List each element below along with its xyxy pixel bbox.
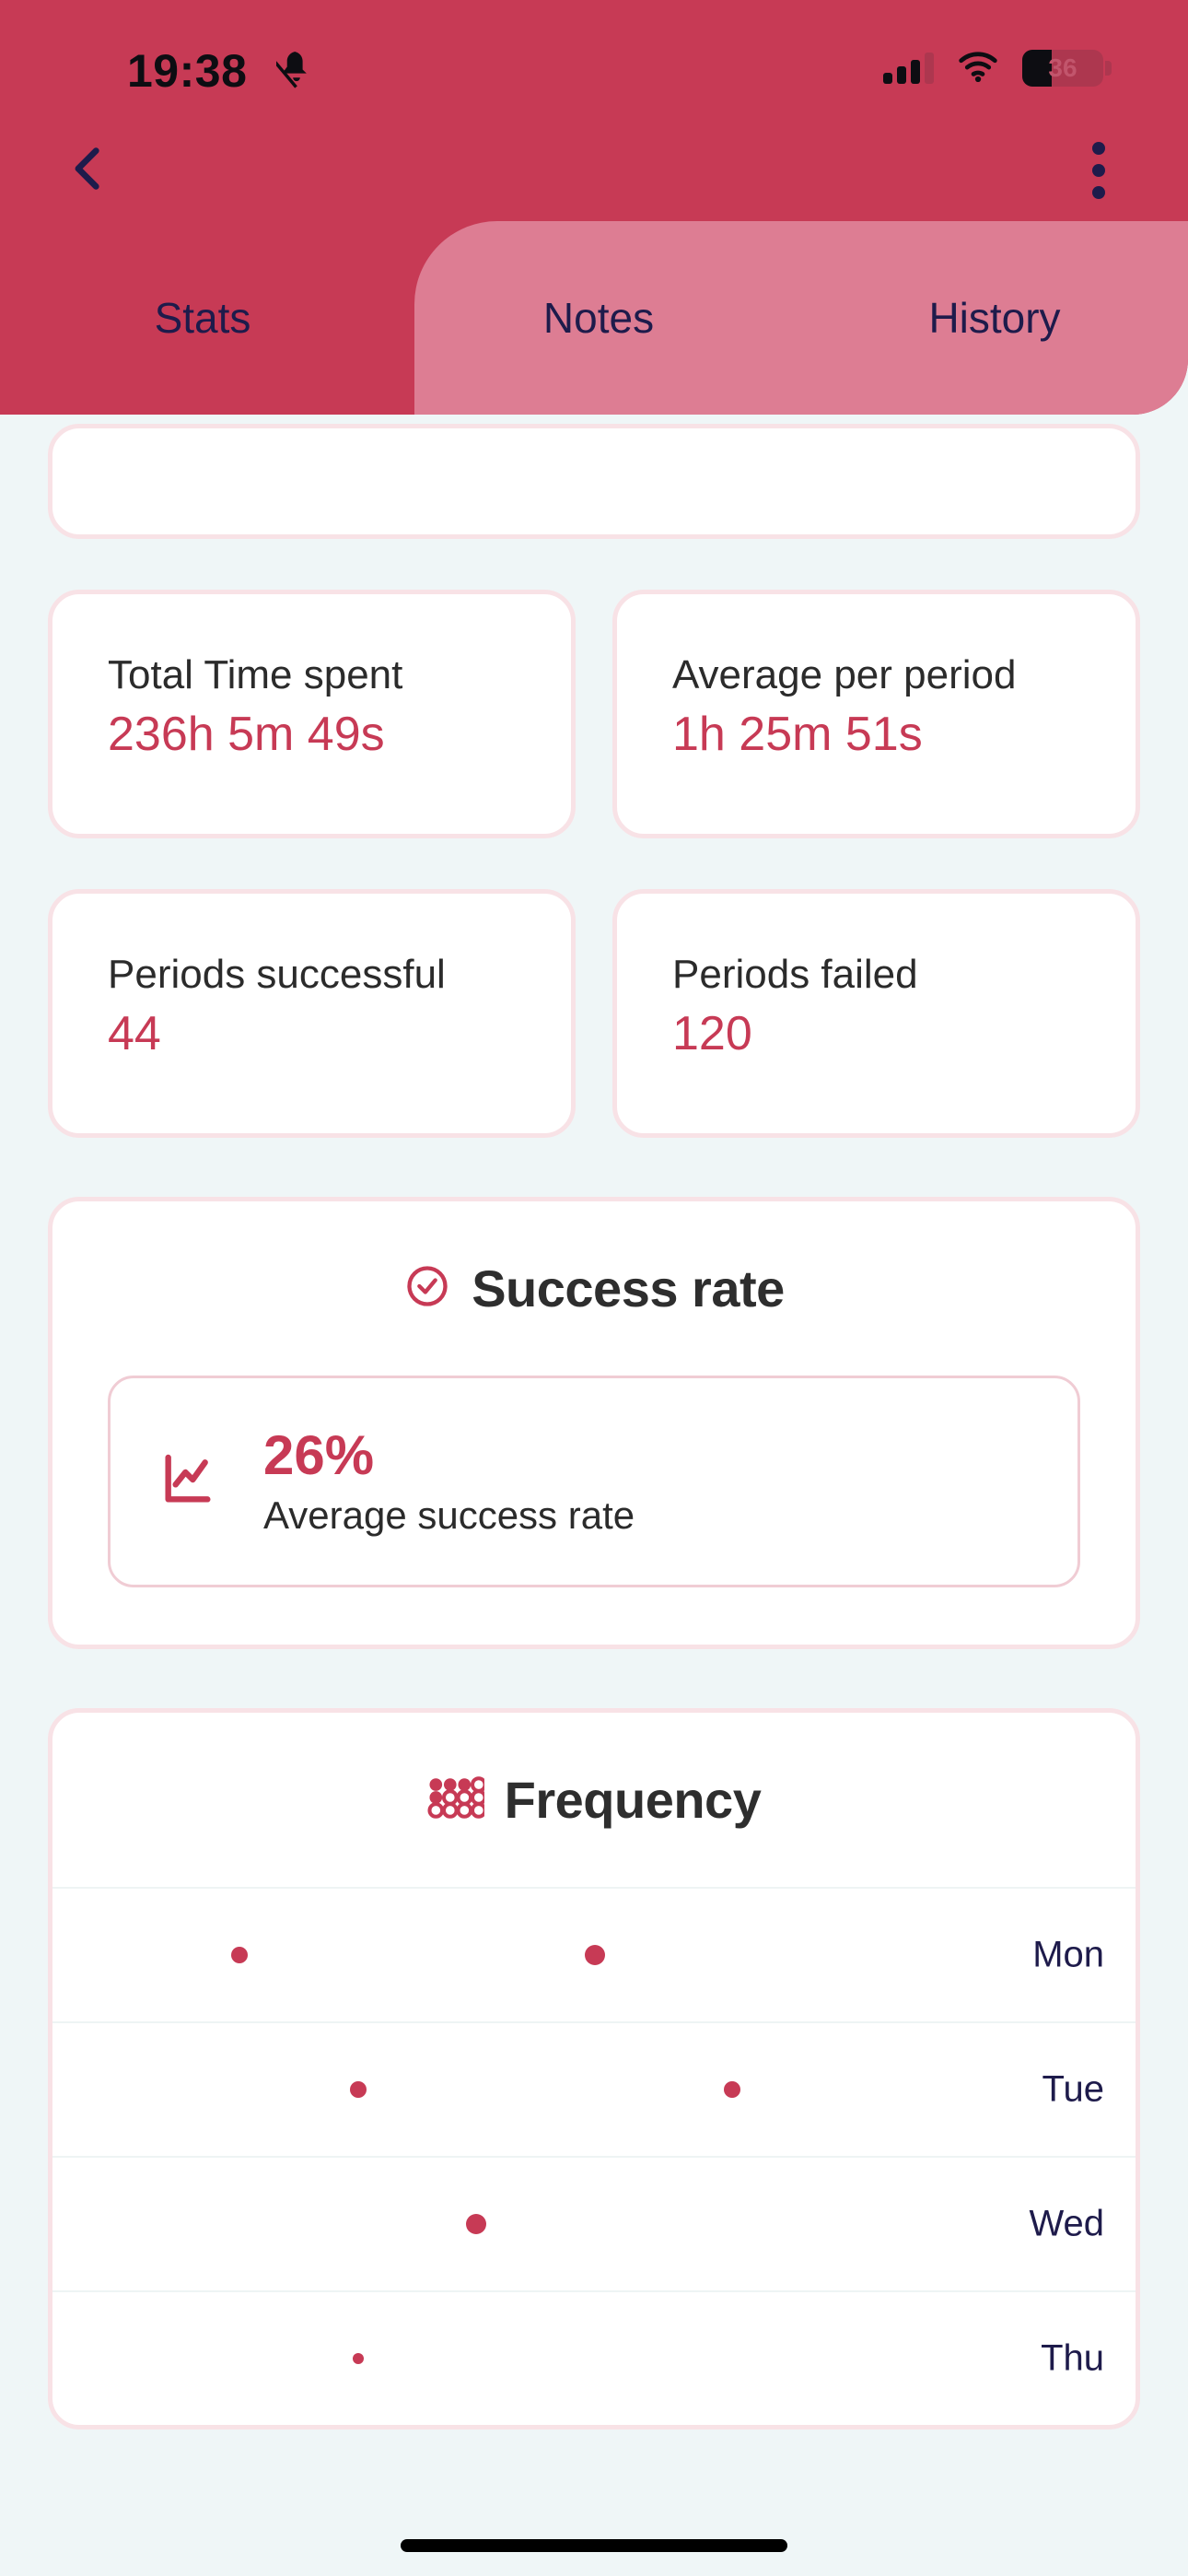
stat-card-label: Periods successful <box>108 952 446 997</box>
stat-card-label: Total Time spent <box>108 652 403 697</box>
stat-card-label: Periods failed <box>672 952 918 997</box>
bell-off-icon <box>268 48 317 93</box>
status-bar: 19:38 36 <box>0 0 1188 120</box>
check-circle-icon <box>403 1262 451 1315</box>
frequency-dot <box>724 2081 741 2098</box>
stat-card-row-2: Periods successful 44 Periods failed 120 <box>48 889 1140 1138</box>
nav-bar <box>0 120 1188 221</box>
line-chart-icon <box>158 1450 217 1514</box>
stat-card-value: 1h 25m 51s <box>672 708 923 761</box>
stat-card-label: Average per period <box>672 652 1017 697</box>
frequency-dot <box>466 2214 487 2234</box>
frequency-day-label: Mon <box>1032 1934 1104 1975</box>
success-rate-panel: Success rate 26% Average success rate <box>48 1197 1140 1649</box>
status-bar-indicators: 36 <box>883 50 1112 87</box>
frequency-row: Thu <box>52 2290 1136 2425</box>
stat-card-value: 120 <box>672 1007 752 1060</box>
battery-percent-label: 36 <box>1048 53 1077 82</box>
stat-card-value: 236h 5m 49s <box>108 708 385 761</box>
battery-icon: 36 <box>1022 50 1112 87</box>
frequency-header: Frequency <box>52 1713 1136 1830</box>
success-rate-header: Success rate <box>52 1201 1136 1318</box>
dot-grid-icon <box>427 1774 487 1825</box>
more-vertical-icon-dot <box>1092 164 1105 177</box>
frequency-title: Frequency <box>504 1771 762 1829</box>
home-indicator <box>401 2539 787 2552</box>
more-vertical-icon-dot <box>1092 186 1105 199</box>
battery-fill <box>1022 50 1052 87</box>
tab-notes[interactable]: Notes <box>414 221 783 415</box>
average-success-rate-text: 26% Average success rate <box>263 1426 635 1538</box>
frequency-day-label: Tue <box>1042 2068 1104 2110</box>
success-rate-title: Success rate <box>472 1259 785 1317</box>
back-button[interactable] <box>48 129 131 212</box>
frequency-row: Mon <box>52 1887 1136 2021</box>
status-bar-clock: 19:38 <box>127 45 248 97</box>
signal-bars-icon <box>883 53 934 84</box>
frequency-row: Tue <box>52 2021 1136 2156</box>
stat-card-row-1: Total Time spent 236h 5m 49s Average per… <box>48 590 1140 838</box>
stat-card-average-per-period[interactable]: Average per period 1h 25m 51s <box>612 590 1140 838</box>
frequency-panel: Frequency Mon Tue Wed Thu <box>48 1708 1140 2430</box>
battery-nub <box>1105 61 1112 76</box>
average-success-rate-caption: Average success rate <box>263 1493 635 1537</box>
app-screen: Total Time spent 236h 5m 49s Average per… <box>0 0 1188 2576</box>
tab-history[interactable]: History <box>810 221 1179 415</box>
wifi-icon <box>958 51 998 87</box>
overflow-menu-button[interactable] <box>1057 129 1140 212</box>
stat-card-periods-failed[interactable]: Periods failed 120 <box>612 889 1140 1138</box>
frequency-day-label: Thu <box>1041 2337 1104 2379</box>
tab-stats[interactable]: Stats <box>0 221 405 415</box>
frequency-chart: Mon Tue Wed Thu <box>52 1887 1136 2425</box>
chevron-left-icon <box>63 142 116 200</box>
stat-card-total-time[interactable]: Total Time spent 236h 5m 49s <box>48 590 576 838</box>
frequency-row: Wed <box>52 2156 1136 2290</box>
partial-card-above <box>48 424 1140 539</box>
stat-card-value: 44 <box>108 1007 161 1060</box>
frequency-dot <box>231 1947 249 1963</box>
average-success-rate-box[interactable]: 26% Average success rate <box>108 1376 1080 1587</box>
app-header: 19:38 36 Stats Notes History <box>0 0 1188 415</box>
frequency-dot <box>352 2353 364 2364</box>
frequency-day-label: Wed <box>1029 2203 1104 2244</box>
frequency-dot <box>349 2081 367 2098</box>
tab-bar: Stats Notes History <box>0 221 1188 415</box>
average-success-rate-value: 26% <box>263 1423 375 1486</box>
frequency-dot <box>584 1945 605 1965</box>
stat-card-periods-successful[interactable]: Periods successful 44 <box>48 889 576 1138</box>
more-vertical-icon-dot <box>1092 142 1105 155</box>
